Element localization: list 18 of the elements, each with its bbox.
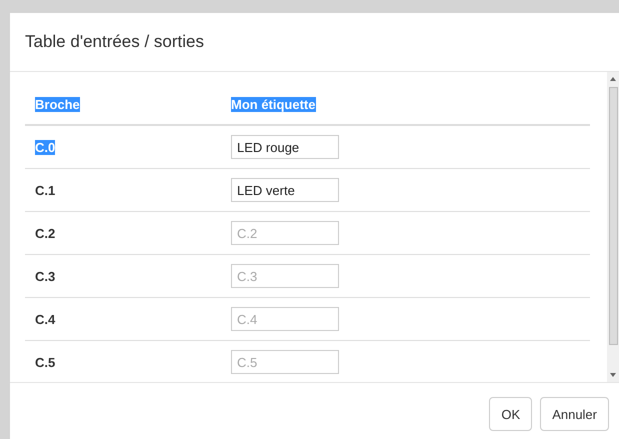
cancel-button[interactable]: Annuler bbox=[540, 397, 609, 431]
ok-button[interactable]: OK bbox=[489, 397, 532, 431]
pin-label: C.1 bbox=[35, 182, 56, 198]
label-field[interactable]: LED verte bbox=[231, 178, 339, 202]
scrollbar[interactable] bbox=[607, 72, 619, 382]
label-field[interactable]: LED rouge bbox=[231, 135, 339, 159]
pin-label: C.0 bbox=[35, 140, 56, 154]
column-header: Broche bbox=[35, 96, 80, 112]
pin-label: C.4 bbox=[35, 312, 56, 326]
pin-label: C.3 bbox=[35, 268, 56, 284]
label-field[interactable]: C.3 bbox=[231, 264, 339, 288]
pin-label: C.2 bbox=[35, 226, 56, 240]
label-field[interactable]: C.5 bbox=[231, 350, 339, 374]
column-header: Mon étiquette bbox=[231, 96, 316, 112]
pin-label: C.5 bbox=[35, 354, 56, 370]
label-field[interactable]: C.2 bbox=[231, 221, 339, 245]
dialog-title: Table d'entrées / sorties bbox=[25, 32, 204, 52]
label-field[interactable]: C.4 bbox=[231, 307, 339, 331]
